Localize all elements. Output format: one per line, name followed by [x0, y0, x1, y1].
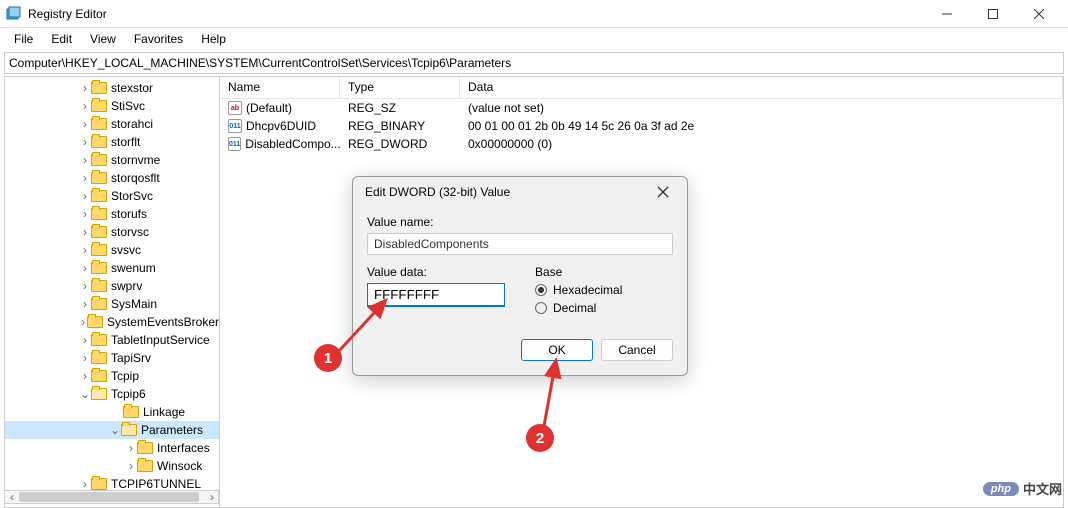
watermark-php: php: [983, 482, 1019, 496]
col-header-type[interactable]: Type: [340, 77, 460, 98]
tree-item[interactable]: ›swprv: [5, 277, 219, 295]
dialog-titlebar: Edit DWORD (32-bit) Value: [353, 177, 687, 207]
binary-value-icon: 011: [228, 137, 241, 151]
tree-item[interactable]: ›svsvc: [5, 241, 219, 259]
tree-panel[interactable]: ›stexstor ›StiSvc ›storahci ›storflt ›st…: [5, 77, 220, 507]
radio-icon: [535, 284, 547, 296]
chevron-down-icon[interactable]: ⌄: [79, 387, 91, 401]
address-text: Computer\HKEY_LOCAL_MACHINE\SYSTEM\Curre…: [9, 56, 511, 70]
tree-item-interfaces[interactable]: ›Interfaces: [5, 439, 219, 457]
edit-dword-dialog: Edit DWORD (32-bit) Value Value name: Di…: [352, 176, 688, 376]
chevron-down-icon[interactable]: ⌄: [109, 423, 121, 437]
value-data-input[interactable]: [367, 283, 505, 307]
tree-item[interactable]: ›storflt: [5, 133, 219, 151]
menu-view[interactable]: View: [82, 30, 124, 48]
address-bar[interactable]: Computer\HKEY_LOCAL_MACHINE\SYSTEM\Curre…: [4, 52, 1064, 74]
string-value-icon: ab: [228, 101, 242, 115]
col-header-data[interactable]: Data: [460, 77, 1063, 98]
window-controls: [924, 0, 1062, 28]
tree-item[interactable]: ›StiSvc: [5, 97, 219, 115]
close-icon: [657, 186, 669, 198]
ok-button[interactable]: OK: [521, 339, 593, 361]
scroll-left-icon[interactable]: ‹: [5, 491, 19, 503]
close-button[interactable]: [1016, 0, 1062, 28]
dialog-body: Value name: DisabledComponents Value dat…: [353, 207, 687, 375]
radio-decimal[interactable]: Decimal: [535, 301, 673, 315]
horizontal-scrollbar[interactable]: ‹ ›: [4, 490, 219, 504]
annotation-badge-2: 2: [526, 424, 554, 452]
tree-item[interactable]: ›storvsc: [5, 223, 219, 241]
tree-item-winsock[interactable]: ›Winsock: [5, 457, 219, 475]
value-data-label: Value data:: [367, 265, 505, 279]
tree-item[interactable]: ›TabletInputService: [5, 331, 219, 349]
tree-item[interactable]: ›SystemEventsBroker: [5, 313, 219, 331]
maximize-button[interactable]: [970, 0, 1016, 28]
tree-item[interactable]: ›swenum: [5, 259, 219, 277]
radio-icon: [535, 302, 547, 314]
annotation-badge-1: 1: [314, 344, 342, 372]
tree-item[interactable]: ›stexstor: [5, 79, 219, 97]
scroll-right-icon[interactable]: ›: [205, 491, 219, 503]
list-row[interactable]: 011DisabledCompo... REG_DWORD 0x00000000…: [220, 135, 1063, 153]
col-header-name[interactable]: Name: [220, 77, 340, 98]
dialog-close-button[interactable]: [651, 180, 675, 204]
menu-favorites[interactable]: Favorites: [126, 30, 191, 48]
list-row[interactable]: ab(Default) REG_SZ (value not set): [220, 99, 1063, 117]
tree-item-tcpip6[interactable]: ⌄Tcpip6: [5, 385, 219, 403]
value-name-field: DisabledComponents: [367, 233, 673, 255]
menu-edit[interactable]: Edit: [43, 30, 80, 48]
tree-item[interactable]: ›Tcpip: [5, 367, 219, 385]
window-title: Registry Editor: [28, 7, 924, 21]
minimize-button[interactable]: [924, 0, 970, 28]
tree-item-linkage[interactable]: Linkage: [5, 403, 219, 421]
tree-item[interactable]: ›StorSvc: [5, 187, 219, 205]
tree-item-parameters[interactable]: ⌄Parameters: [5, 421, 219, 439]
base-label: Base: [535, 265, 673, 279]
app-icon: [6, 6, 22, 22]
tree-item[interactable]: ›storufs: [5, 205, 219, 223]
titlebar: Registry Editor: [0, 0, 1068, 28]
tree-item[interactable]: ›storahci: [5, 115, 219, 133]
cancel-button[interactable]: Cancel: [601, 339, 673, 361]
menubar: File Edit View Favorites Help: [0, 28, 1068, 50]
tree-item[interactable]: ›SysMain: [5, 295, 219, 313]
list-header: Name Type Data: [220, 77, 1063, 99]
watermark-cn: 中文网: [1023, 479, 1062, 498]
list-row[interactable]: 011Dhcpv6DUID REG_BINARY 00 01 00 01 2b …: [220, 117, 1063, 135]
value-name-label: Value name:: [367, 215, 673, 229]
watermark: php 中文网: [983, 479, 1062, 498]
menu-file[interactable]: File: [6, 30, 41, 48]
tree-item[interactable]: ›storqosflt: [5, 169, 219, 187]
menu-help[interactable]: Help: [193, 30, 234, 48]
binary-value-icon: 011: [228, 119, 242, 133]
tree-item[interactable]: ›TapiSrv: [5, 349, 219, 367]
dialog-title: Edit DWORD (32-bit) Value: [365, 185, 510, 199]
scroll-thumb[interactable]: [19, 492, 199, 502]
tree-item[interactable]: ›stornvme: [5, 151, 219, 169]
radio-hexadecimal[interactable]: Hexadecimal: [535, 283, 673, 297]
